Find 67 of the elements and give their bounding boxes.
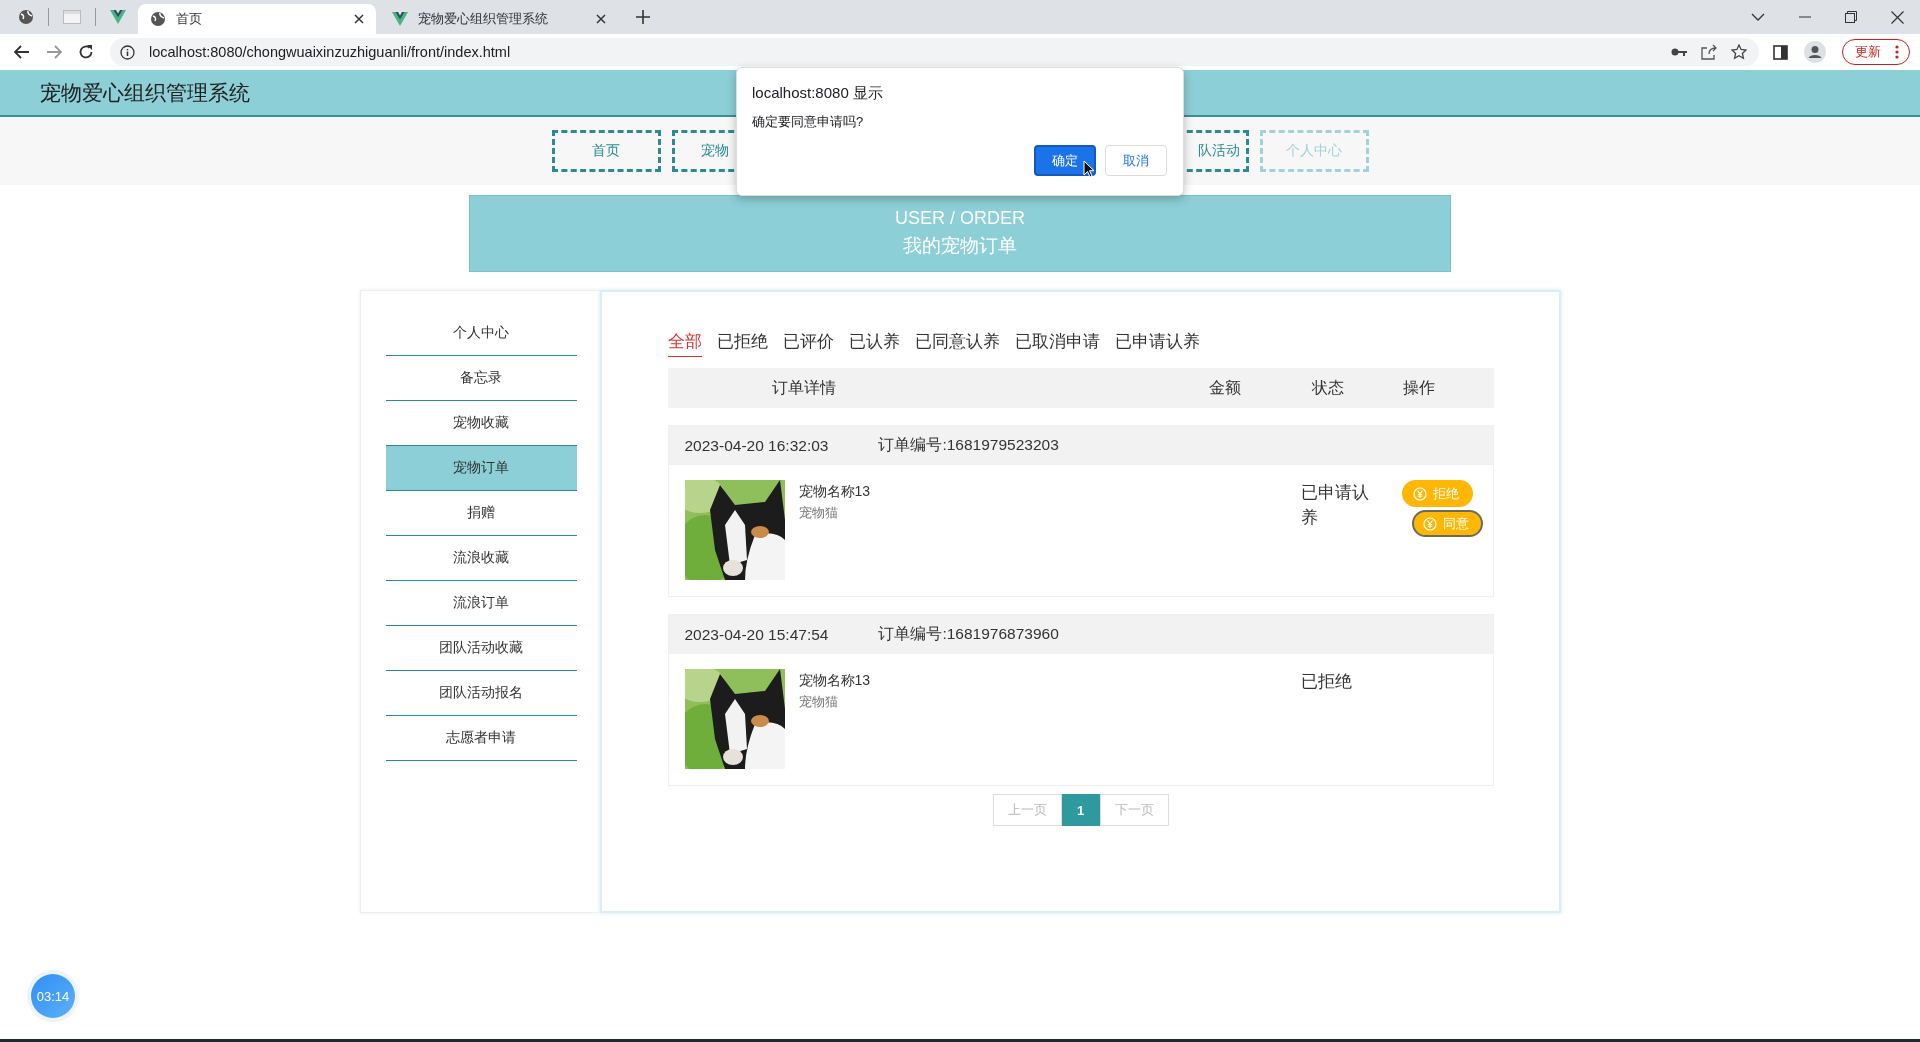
sidebar-item[interactable]: 捐赠	[385, 491, 577, 536]
order-tab[interactable]: 已取消申请	[1014, 330, 1100, 357]
sidebar-item[interactable]: 个人中心	[385, 311, 577, 356]
star-icon[interactable]	[1731, 44, 1747, 60]
confirm-button[interactable]: 确定	[1034, 145, 1096, 176]
v-logo-icon[interactable]	[110, 10, 126, 24]
close-icon[interactable]	[596, 14, 606, 24]
order-tab[interactable]: 已拒绝	[716, 330, 768, 357]
pet-name: 宠物名称13	[798, 483, 872, 501]
address-bar[interactable]: localhost:8080/chongwuaixinzuzhiguanli/front/index.html	[110, 38, 1759, 66]
sidebar-item[interactable]: 志愿者申请	[385, 716, 577, 761]
sidebar-item[interactable]: 团队活动报名	[385, 671, 577, 716]
profile-icon[interactable]	[1804, 41, 1826, 63]
sidebar-item[interactable]: 流浪收藏	[385, 536, 577, 581]
banner-title: USER / ORDER	[895, 208, 1025, 229]
globe-icon[interactable]	[18, 9, 34, 25]
browser-tab[interactable]: 首页	[138, 4, 376, 34]
order-number: 订单编号:1681976873960	[878, 624, 1059, 644]
more-icon	[1895, 45, 1899, 59]
info-icon[interactable]	[120, 44, 135, 60]
close-icon[interactable]	[1891, 10, 1904, 24]
pet-type: 宠物猫	[798, 505, 839, 522]
cancel-button[interactable]: 取消	[1105, 145, 1167, 176]
close-icon[interactable]	[354, 14, 364, 24]
order-tab[interactable]: 已评价	[782, 330, 834, 357]
sidebar-item[interactable]: 团队活动收藏	[385, 626, 577, 671]
side-panel-icon[interactable]	[1773, 44, 1788, 60]
dialog-message: 确定要同意申请吗?	[752, 113, 865, 131]
tab-title: 宠物爱心组织管理系统	[418, 10, 549, 28]
sidebar-item[interactable]: 备忘录	[385, 356, 577, 401]
back-icon[interactable]	[14, 45, 30, 59]
column-header: 操作	[1401, 377, 1436, 398]
forward-icon[interactable]	[46, 45, 62, 59]
site-title: 宠物爱心组织管理系统	[40, 79, 250, 106]
order-time: 2023-04-20 15:47:54	[684, 625, 829, 644]
order-status: 已申请认养	[1299, 482, 1370, 529]
url-text: localhost:8080/chongwuaixinzuzhiguanli/front/index.html	[149, 44, 511, 60]
v-logo-icon	[392, 12, 408, 26]
sidebar-item[interactable]: 流浪订单	[385, 581, 577, 626]
order-tab[interactable]: 已认养	[848, 330, 900, 357]
column-header: 状态	[1310, 377, 1345, 398]
order-status: 已拒绝	[1299, 671, 1353, 693]
dialog-title: localhost:8080 显示	[752, 84, 884, 103]
nav-item[interactable]: 首页	[551, 130, 661, 172]
yen-icon	[1422, 516, 1437, 531]
key-icon[interactable]	[1671, 47, 1687, 57]
yen-icon	[1412, 486, 1427, 501]
reload-icon[interactable]	[78, 44, 94, 60]
order-tab[interactable]: 已申请认养	[1114, 330, 1200, 357]
order-tab[interactable]: 全部	[667, 330, 702, 357]
column-header: 金额	[1207, 377, 1242, 398]
banner-subtitle: 我的宠物订单	[903, 234, 1017, 258]
share-icon[interactable]	[1701, 44, 1717, 60]
column-header: 订单详情	[770, 377, 837, 398]
browser-tab[interactable]: 宠物爱心组织管理系统	[380, 4, 618, 34]
tab-title: 首页	[176, 10, 203, 28]
cursor-icon	[1083, 160, 1095, 178]
pet-name: 宠物名称13	[798, 672, 872, 690]
globe-icon	[150, 11, 166, 27]
new-tab-icon[interactable]	[636, 10, 650, 24]
chevron-down-icon[interactable]	[1751, 13, 1765, 21]
restore-icon[interactable]	[1845, 11, 1857, 23]
order-number: 订单编号:1681979523203	[878, 435, 1059, 455]
order-tab[interactable]: 已同意认养	[914, 330, 1000, 357]
sidebar-item[interactable]: 宠物订单	[385, 446, 577, 491]
pet-type: 宠物猫	[798, 694, 839, 711]
order-time: 2023-04-20 16:32:03	[684, 436, 829, 455]
